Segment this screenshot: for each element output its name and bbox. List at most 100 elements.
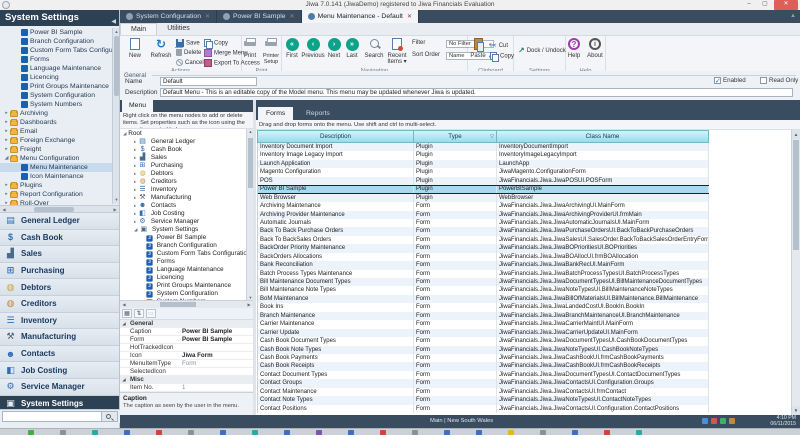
taskbar-app-icon[interactable] [156, 430, 162, 435]
table-row[interactable]: Automatic Journals Form JiwaFinancials.J… [258, 219, 709, 227]
status-icon[interactable] [711, 418, 717, 424]
scroll-right-icon[interactable]: ▶ [111, 206, 119, 214]
scroll-left-icon[interactable]: ◀ [120, 301, 128, 309]
sidebar-tree-item[interactable]: System Configuration [0, 91, 119, 100]
taskbar-app-icon[interactable] [28, 430, 34, 435]
sidebar-tree-item[interactable]: ▸ Freight [0, 145, 119, 154]
paste-button[interactable]: Paste [468, 38, 488, 59]
recent-items-button[interactable]: Recent Items ▾ [385, 38, 409, 65]
sidebar-hscrollbar[interactable]: ◀ ▶ [0, 205, 119, 213]
menu-tree-node[interactable]: J Custom Form Tabs Configuratio [120, 250, 253, 258]
property-value[interactable]: Power BI Sample [182, 328, 253, 335]
expander-icon[interactable]: ▸ [3, 118, 10, 127]
table-row[interactable]: BackOrders Allocations Form JiwaFinancia… [258, 253, 709, 261]
tab-reports[interactable]: Reports [298, 107, 338, 120]
expander-icon[interactable]: ▸ [134, 211, 136, 216]
taskbar-app-icon[interactable] [188, 430, 194, 435]
property-row[interactable]: Form Power BI Sample [120, 336, 253, 344]
table-row[interactable]: Carrier Maintenance Form JiwaFinancials.… [258, 320, 709, 328]
scroll-up-icon[interactable]: ▲ [113, 28, 119, 36]
menu-tree-node[interactable]: ◢ ▣ System Settings [120, 226, 253, 234]
last-button[interactable]: » Last [343, 38, 361, 59]
table-row[interactable]: Inventory Document Import Plugin Invento… [258, 143, 709, 151]
sidebar-tree-item[interactable]: ▸ Archiving [0, 109, 119, 118]
menu-tree-node[interactable]: ▸ ◧ Job Costing [120, 210, 253, 218]
categorized-view-button[interactable]: ▦ [122, 309, 132, 318]
expander-icon[interactable]: ▸ [134, 187, 136, 192]
menu-tree-hscrollbar[interactable]: ◀ ▶ [120, 300, 253, 308]
table-row[interactable]: Contact Maintenance Form JiwaFinancials.… [258, 388, 709, 396]
first-button[interactable]: « First [283, 38, 301, 59]
table-row[interactable]: Cash Book Note Types Form JiwaFinancials… [258, 346, 709, 354]
expander-icon[interactable]: ▸ [3, 145, 10, 154]
expander-icon[interactable]: ▸ [3, 127, 10, 136]
expander-icon[interactable]: ▸ [134, 179, 136, 184]
table-row[interactable]: Contact Groups Form JiwaFinancials.Jiwa.… [258, 379, 709, 387]
taskbar-app-icon[interactable] [124, 430, 130, 435]
copy-button[interactable]: Copy [490, 52, 514, 61]
printer-setup-button[interactable]: Printer Setup [259, 38, 283, 65]
alphabetical-sort-button[interactable]: ⇅ [134, 309, 144, 318]
module-nav-item[interactable]: ☻ Contacts [0, 346, 119, 363]
print-button[interactable]: Print [239, 38, 261, 59]
menu-tree-node[interactable]: ▸ ☰ Inventory [120, 186, 253, 194]
scroll-thumb[interactable] [793, 140, 799, 250]
expander-icon[interactable]: ▸ [134, 155, 136, 160]
taskbar-app-icon[interactable] [284, 430, 290, 435]
search-button-ribbon[interactable]: Search [363, 38, 385, 59]
taskbar-app-icon[interactable] [444, 430, 450, 435]
table-row[interactable]: Bank Reconciliation Form JiwaFinancials.… [258, 261, 709, 269]
sidebar-tree-item[interactable]: ▸ Dashboards [0, 118, 119, 127]
search-button[interactable] [102, 411, 118, 422]
module-nav-item[interactable]: ☰ Inventory [0, 313, 119, 330]
sidebar-tree-item[interactable]: ▸ Foreign Exchange [0, 136, 119, 145]
expander-icon[interactable]: ▸ [134, 171, 136, 176]
taskbar-app-icon[interactable] [572, 430, 578, 435]
expander-icon[interactable]: ▸ [3, 109, 10, 118]
table-row[interactable]: Cash Book Document Types Form JiwaFinanc… [258, 337, 709, 345]
property-row[interactable]: MenuItemType Form [120, 360, 253, 368]
scroll-thumb[interactable] [160, 302, 196, 307]
scroll-down-icon[interactable]: ▼ [792, 406, 800, 415]
taskbar-app-icon[interactable] [92, 430, 98, 435]
expander-icon[interactable]: ▸ [3, 136, 10, 145]
menu-tree-node[interactable]: ▸ ⊞ Purchasing [120, 162, 253, 170]
column-header-description[interactable]: Description [258, 131, 414, 142]
module-nav-item[interactable]: ◍ Creditors [0, 296, 119, 313]
table-row[interactable]: Branch Maintenance Form JiwaFinancials.J… [258, 312, 709, 320]
table-row[interactable]: Contact Document Types Form JiwaFinancia… [258, 371, 709, 379]
expander-icon[interactable]: ▸ [134, 163, 136, 168]
property-value[interactable]: Power BI Sample [182, 336, 253, 343]
menu-tree-node[interactable]: ▸ ⚒ Manufacturing [120, 194, 253, 202]
menu-tree-node[interactable]: J Forms [120, 258, 253, 266]
table-row[interactable]: Batch Process Types Maintenance Form Jiw… [258, 270, 709, 278]
sidebar-tree-item[interactable]: Power BI Sample [0, 28, 119, 37]
property-row[interactable]: ◢ General [120, 320, 253, 328]
close-button[interactable]: ✕ [774, 0, 798, 10]
menu-tree-scrollbar[interactable]: ▲ ▼ [246, 129, 253, 300]
expander-icon[interactable]: ◢ [3, 154, 10, 163]
scroll-up-icon[interactable]: ▲ [792, 130, 800, 139]
table-row[interactable]: Carrier Update Form JiwaFinancials.Jiwa.… [258, 329, 709, 337]
taskbar-app-icon[interactable] [316, 430, 322, 435]
taskbar-app-icon[interactable] [540, 430, 546, 435]
table-row[interactable]: BoM Maintenance Form JiwaFinancials.Jiwa… [258, 295, 709, 303]
expander-icon[interactable]: ▸ [3, 181, 10, 190]
new-button[interactable]: New [122, 38, 148, 59]
menu-tree-node[interactable]: ▸ ▤ General Ledger [120, 138, 253, 146]
property-value[interactable]: Form [182, 360, 253, 367]
table-row[interactable]: Power BI Sample Plugin PowerBISample [258, 185, 709, 193]
menu-tree-node[interactable]: J Branch Configuration [120, 242, 253, 250]
property-row[interactable]: Caption Power BI Sample [120, 328, 253, 336]
column-header-type[interactable]: Type▽ [414, 131, 497, 142]
scroll-down-icon[interactable]: ▼ [113, 196, 119, 204]
taskbar-app-icon[interactable] [604, 430, 610, 435]
taskbar-app-icon[interactable] [476, 430, 482, 435]
expander-icon[interactable]: ▸ [134, 203, 136, 208]
taskbar-app-icon[interactable] [636, 430, 642, 435]
sidebar-tree-item[interactable]: Language Maintenance [0, 64, 119, 73]
property-row[interactable]: SelectedIcon [120, 368, 253, 376]
taskbar-app-icon[interactable] [508, 430, 514, 435]
table-row[interactable]: Contact Positions Form JiwaFinancials.Ji… [258, 405, 709, 413]
document-tab[interactable]: System Configuration ✕ [120, 10, 217, 23]
